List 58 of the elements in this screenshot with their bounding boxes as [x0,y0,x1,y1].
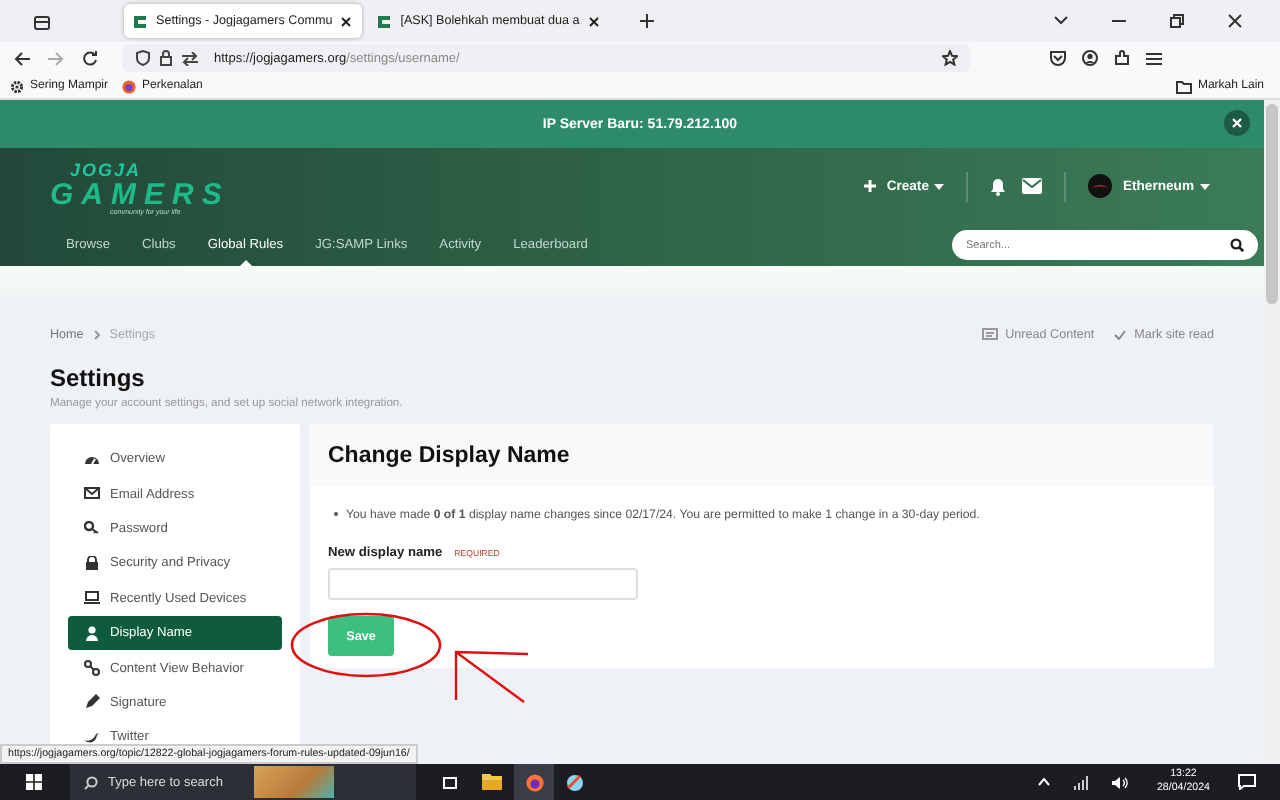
shield-icon [136,50,150,66]
card-title: Change Display Name [328,443,570,467]
tab-list-icon[interactable] [34,13,50,29]
search-icon [1230,238,1244,252]
landscape-picture [254,766,334,798]
menu-icon[interactable] [1146,51,1162,65]
network-icon[interactable] [1074,775,1089,789]
arrows-icon [182,51,198,65]
notification-icon[interactable] [1238,774,1256,790]
bell-icon[interactable] [990,177,1007,195]
mail-icon[interactable] [1022,178,1043,194]
envelope-icon [84,486,100,503]
star-icon[interactable] [942,50,958,66]
scrollbar[interactable] [1264,100,1280,764]
minimize-icon[interactable] [1112,14,1126,28]
extensions-icon[interactable] [1114,50,1130,66]
speaker-icon[interactable] [1112,775,1129,789]
caret-icon [1200,183,1210,189]
avatar-icon [1088,174,1113,198]
account-icon[interactable] [1082,50,1098,66]
plus-icon [864,180,877,192]
key-icon [84,520,100,537]
reload-icon[interactable] [82,50,98,66]
app-icon[interactable] [566,773,584,791]
close-icon [1232,118,1242,128]
close-button[interactable] [1224,110,1250,136]
caret-icon [934,183,945,189]
site-icon [134,14,148,28]
pen-icon [84,694,100,711]
laptop-icon [84,590,100,607]
chevron-right-icon [93,329,100,339]
browser-logo-icon [122,79,137,93]
close-icon[interactable] [340,15,353,27]
dashboard-icon [84,451,100,468]
browser-logo-icon[interactable] [525,773,543,791]
chevron-up-icon[interactable] [1038,778,1051,786]
task-view-icon[interactable] [442,775,458,789]
input-field[interactable] [328,568,638,600]
search-icon [84,775,98,789]
lock-icon [160,50,172,66]
site-icon [378,14,393,28]
folder-icon [1175,79,1192,93]
pocket-icon[interactable] [1050,50,1066,66]
person-icon [84,625,100,642]
folder-icon[interactable] [482,774,502,790]
check-icon [1114,329,1127,339]
restore-icon[interactable] [1170,14,1184,28]
new-tab-icon[interactable] [639,14,654,28]
page-title: Settings [50,364,147,392]
close-icon[interactable] [587,15,600,27]
list-icon [981,328,998,340]
link-icon [84,660,100,677]
chevron-down-icon[interactable] [1054,16,1068,26]
close-icon[interactable] [1228,14,1242,28]
back-icon[interactable] [14,51,30,65]
lock-icon [84,555,100,572]
gear-icon [10,79,24,93]
start-icon[interactable] [26,774,42,790]
